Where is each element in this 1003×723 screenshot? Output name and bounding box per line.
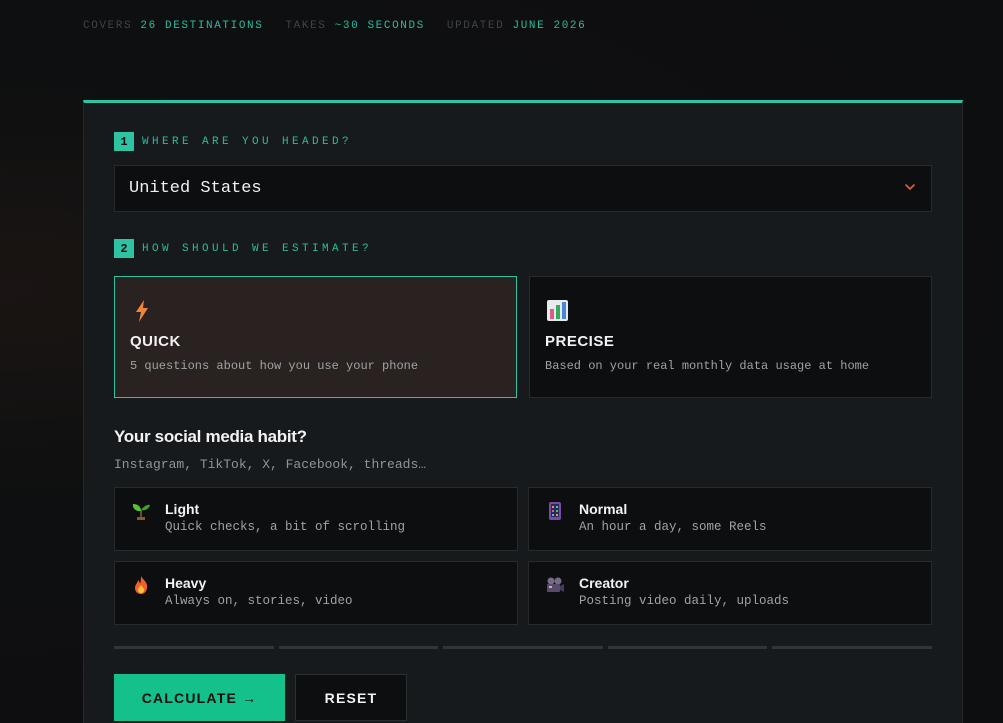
option-light[interactable]: Light Quick checks, a bit of scrolling [114,487,518,551]
option-light-title: Light [165,501,200,517]
mode-quick-option[interactable]: QUICK 5 questions about how you use your… [114,276,517,398]
progress-segment [772,646,932,649]
step-1-number: 1 [114,132,134,151]
destination-value: United States [129,179,262,198]
bar-chart-icon [547,300,568,321]
step-2-number: 2 [114,239,134,258]
question-subtitle: Instagram, TikTok, X, Facebook, threads… [114,457,427,472]
calculate-button[interactable]: CALCULATE → [114,674,285,721]
chevron-down-icon [905,184,915,190]
mode-precise-option[interactable]: PRECISE Based on your real monthly data … [529,276,932,398]
mode-precise-title: PRECISE [545,333,615,350]
option-creator[interactable]: Creator Posting video daily, uploads [528,561,932,625]
step-1-heading: 1 WHERE ARE YOU HEADED? [114,132,352,151]
video-camera-icon [547,577,564,592]
question-title: Your social media habit? [114,427,307,446]
fire-icon [135,576,148,594]
phone-icon [549,502,561,520]
mode-precise-desc: Based on your real monthly data usage at… [545,359,870,373]
seedling-icon [132,504,150,520]
progress-segment [278,646,439,649]
step-2-heading: 2 HOW SHOULD WE ESTIMATE? [114,239,372,258]
stat-destinations: COVERS 26 DESTINATIONS [83,20,264,32]
option-creator-desc: Posting video daily, uploads [579,594,790,608]
progress-segment [114,646,274,649]
option-light-desc: Quick checks, a bit of scrolling [165,520,406,534]
stat-duration: TAKES ~30 SECONDS [285,20,425,32]
option-normal-title: Normal [579,501,628,517]
lightning-icon [136,300,148,322]
mode-quick-title: QUICK [130,333,181,350]
option-heavy[interactable]: Heavy Always on, stories, video [114,561,518,625]
option-heavy-desc: Always on, stories, video [165,594,353,608]
step-2-label: HOW SHOULD WE ESTIMATE? [142,242,373,255]
progress-segment [443,646,603,649]
destination-select[interactable]: United States [114,165,932,212]
stat-updated: UPDATED JUNE 2026 [446,20,587,32]
mode-quick-desc: 5 questions about how you use your phone [130,359,419,373]
option-normal-desc: An hour a day, some Reels [579,520,767,534]
estimator-card: 1 WHERE ARE YOU HEADED? United States 2 … [83,100,963,723]
option-normal[interactable]: Normal An hour a day, some Reels [528,487,932,551]
progress-segment [607,646,768,649]
option-heavy-title: Heavy [165,575,207,591]
stats-bar: COVERS 26 DESTINATIONS TAKES ~30 SECONDS… [83,20,586,32]
option-creator-title: Creator [579,575,629,591]
reset-button[interactable]: RESET [295,674,407,721]
progress-indicator [114,646,932,649]
step-1-label: WHERE ARE YOU HEADED? [142,135,353,148]
